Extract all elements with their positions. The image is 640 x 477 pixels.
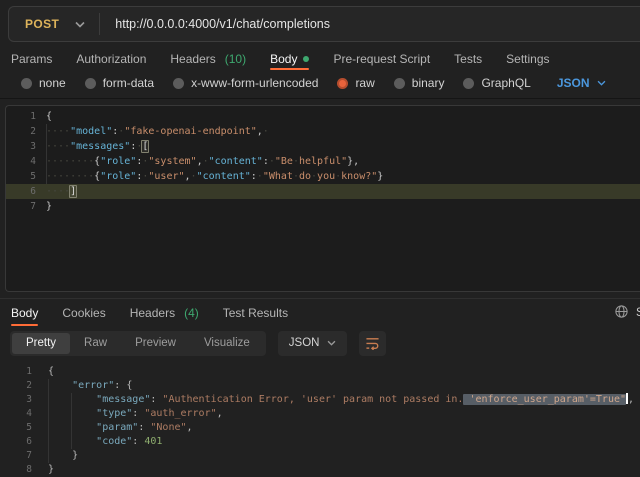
radio-graphql[interactable]: GraphQL [463,76,530,90]
body-dot-icon [303,56,309,62]
section-divider [0,98,640,99]
tab-authorization[interactable]: Authorization [76,48,146,70]
view-pretty[interactable]: Pretty [12,333,70,354]
response-code[interactable]: 1{2 "error": {3 "message": "Authenticati… [0,363,640,477]
code-line[interactable]: 7 } [0,449,640,463]
response-tab-cookies[interactable]: Cookies [62,299,105,326]
code-line[interactable]: 1{ [0,365,640,379]
line-number: 7 [6,199,36,214]
radio-icon [85,78,96,89]
tab-body[interactable]: Body [270,48,309,70]
tab-tests[interactable]: Tests [454,48,482,70]
url-input[interactable]: http://0.0.0.0:4000/v1/chat/completions [100,17,330,31]
code-line[interactable]: 6 "code": 401 [0,435,640,449]
code-line[interactable]: 3 "message": "Authentication Error, 'use… [0,393,640,407]
network-globe-icon[interactable] [614,304,629,322]
line-number: 4 [6,154,36,169]
line-number: 1 [6,109,36,124]
request-code[interactable]: 1{2····"model":·"fake-openai-endpoint",·… [6,106,640,214]
radio-raw[interactable]: raw [337,76,374,90]
request-url-row: POST http://0.0.0.0:4000/v1/chat/complet… [0,0,640,48]
radio-selected-icon [337,78,348,89]
line-number: 8 [0,463,32,477]
code-line[interactable]: 5 "param": "None", [0,421,640,435]
response-tab-headers[interactable]: Headers(4) [130,299,199,326]
radio-icon [173,78,184,89]
radio-icon [463,78,474,89]
code-line[interactable]: 3····"messages":·[ [6,139,640,154]
code-line[interactable]: 4········{"role":·"system",·"content":·"… [6,154,640,169]
line-number: 2 [6,124,36,139]
radio-binary[interactable]: binary [394,76,445,90]
radio-icon [21,78,32,89]
response-tab-test-results[interactable]: Test Results [223,299,288,326]
response-tabs: Body Cookies Headers(4) Test Results S [0,298,640,326]
headers-count: (10) [225,52,246,66]
method-selector[interactable]: POST [9,17,75,31]
radio-icon [394,78,405,89]
code-line[interactable]: 2 "error": { [0,379,640,393]
tab-headers[interactable]: Headers(10) [170,48,246,70]
response-body-viewer[interactable]: 1{2 "error": {3 "message": "Authenticati… [0,363,640,477]
line-number: 5 [6,169,36,184]
view-switcher: Pretty Raw Preview Visualize [10,331,266,356]
code-line[interactable]: 4 "type": "auth_error", [0,407,640,421]
request-tabs: Params Authorization Headers(10) Body Pr… [0,48,640,70]
line-number: 3 [6,139,36,154]
response-format-dropdown[interactable]: JSON [278,331,348,356]
line-number: 3 [0,393,32,407]
radio-form-data[interactable]: form-data [85,76,154,90]
line-number: 2 [0,379,32,393]
response-meta: S [614,299,640,326]
status-text-clipped: S [636,307,640,319]
line-number: 5 [0,421,32,435]
line-number: 1 [0,365,32,379]
wrap-text-icon [365,336,380,350]
tab-settings[interactable]: Settings [506,48,549,70]
request-body-editor[interactable]: 1{2····"model":·"fake-openai-endpoint",·… [5,105,640,292]
line-number: 6 [0,435,32,449]
response-headers-count: (4) [184,306,199,320]
response-tab-body[interactable]: Body [11,299,38,326]
line-number: 6 [6,184,36,199]
view-preview[interactable]: Preview [121,333,190,354]
radio-x-www-form-urlencoded[interactable]: x-www-form-urlencoded [173,76,318,90]
body-format-dropdown[interactable]: JSON [557,76,606,90]
view-raw[interactable]: Raw [70,333,121,354]
response-toolbar: Pretty Raw Preview Visualize JSON [0,328,640,358]
tab-params[interactable]: Params [11,48,52,70]
code-line[interactable]: 5········{"role":·"user",·"content":·"Wh… [6,169,640,184]
tab-pre-request-script[interactable]: Pre-request Script [333,48,430,70]
code-line[interactable]: 8} [0,463,640,477]
chevron-down-icon[interactable] [75,21,85,28]
chevron-down-icon [597,80,606,86]
code-line[interactable]: 2····"model":·"fake-openai-endpoint",· [6,124,640,139]
chevron-down-icon [327,340,336,346]
wrap-text-button[interactable] [359,331,386,356]
radio-none[interactable]: none [21,76,66,90]
line-number: 4 [0,407,32,421]
view-visualize[interactable]: Visualize [190,333,264,354]
url-bar: POST http://0.0.0.0:4000/v1/chat/complet… [8,6,640,42]
line-number: 7 [0,449,32,463]
code-line[interactable]: 1{ [6,109,640,124]
code-line[interactable]: 6····] [6,184,640,199]
body-type-row: none form-data x-www-form-urlencoded raw… [0,70,640,96]
code-line[interactable]: 7} [6,199,640,214]
